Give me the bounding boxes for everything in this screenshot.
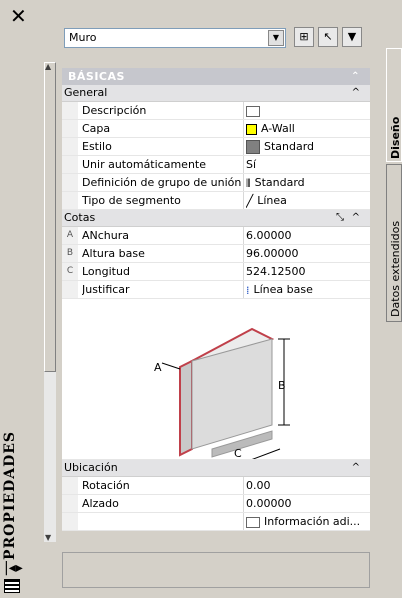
property-row[interactable]: C Longitud 524.12500 bbox=[62, 263, 370, 281]
quick-select-icon[interactable]: ▼ bbox=[342, 27, 362, 47]
chevron-down-icon[interactable]: ▼ bbox=[268, 30, 284, 46]
property-row[interactable]: Información adi... bbox=[62, 513, 370, 531]
property-row[interactable]: Capa A-Wall bbox=[62, 120, 370, 138]
description-box bbox=[62, 552, 370, 588]
property-label: Definición de grupo de unión bbox=[82, 176, 242, 189]
properties-panel: BÁSICAS ⌃ General ^ Descripción Capa A-W… bbox=[62, 68, 370, 531]
additional-info-button[interactable]: Información adi... bbox=[246, 513, 366, 530]
auto-hide-icon[interactable]: |◂▸ bbox=[4, 560, 23, 576]
wall-illustration: A B C bbox=[154, 327, 290, 480]
property-label: Tipo de segmento bbox=[82, 194, 181, 207]
dimension-key: A bbox=[62, 227, 78, 244]
toggle-pickadd-icon[interactable]: ⊞ bbox=[294, 27, 314, 47]
property-value[interactable]: ⁞ Línea base bbox=[246, 281, 366, 299]
description-icon[interactable] bbox=[246, 105, 260, 117]
property-row[interactable]: Alzado 0.00000 bbox=[62, 495, 370, 513]
tab-diseno[interactable]: Diseño bbox=[386, 48, 402, 162]
wall-dimension-diagram: A B C bbox=[62, 299, 370, 480]
close-icon[interactable]: ✕ bbox=[10, 6, 27, 26]
property-row[interactable]: Rotación 0.00 bbox=[62, 477, 370, 495]
property-value[interactable]: ╱ Línea bbox=[246, 192, 366, 210]
property-row[interactable]: B Altura base 96.00000 bbox=[62, 245, 370, 263]
style-icon bbox=[246, 140, 260, 154]
property-value[interactable]: A-Wall bbox=[246, 120, 366, 137]
property-row[interactable]: Tipo de segmento ╱ Línea bbox=[62, 192, 370, 210]
dimension-key: C bbox=[62, 263, 78, 280]
dimension-key: B bbox=[62, 245, 78, 262]
diagram-label-b: B bbox=[278, 379, 286, 392]
scroll-up-icon[interactable]: ▲ bbox=[45, 62, 51, 71]
category-title: Ubicación bbox=[64, 461, 118, 474]
property-label: Unir automáticamente bbox=[82, 158, 207, 171]
section-title: BÁSICAS bbox=[68, 70, 125, 83]
category-ubicacion[interactable]: Ubicación ^ bbox=[62, 460, 370, 477]
property-label: Capa bbox=[82, 122, 111, 135]
property-row[interactable]: Unir automáticamente Sí bbox=[62, 156, 370, 174]
scroll-thumb[interactable] bbox=[44, 62, 56, 372]
category-cotas[interactable]: Cotas ⤡ ^ bbox=[62, 210, 370, 227]
property-value[interactable]: Sí bbox=[246, 156, 366, 173]
property-label: Alzado bbox=[82, 497, 119, 510]
property-row[interactable]: Definición de grupo de unión ⫴ Standard bbox=[62, 174, 370, 192]
properties-menu-icon[interactable] bbox=[4, 579, 20, 593]
dimension-key bbox=[62, 281, 78, 298]
diagram-label-c: C bbox=[234, 447, 242, 459]
object-type-dropdown[interactable]: Muro ▼ bbox=[64, 28, 286, 48]
property-label: Longitud bbox=[82, 265, 130, 278]
scroll-down-icon[interactable]: ▼ bbox=[45, 533, 51, 542]
property-label: Altura base bbox=[82, 247, 145, 260]
layer-color-swatch bbox=[246, 123, 257, 135]
property-value[interactable] bbox=[246, 102, 366, 119]
property-value[interactable]: 0.00 bbox=[246, 477, 366, 494]
category-title: Cotas bbox=[64, 211, 96, 224]
property-label: Rotación bbox=[82, 479, 130, 492]
chevron-up-icon[interactable]: ^ bbox=[352, 85, 360, 101]
property-row[interactable]: Descripción bbox=[62, 102, 370, 120]
palette-title: PROPIEDADES bbox=[2, 430, 18, 560]
category-general[interactable]: General ^ bbox=[62, 85, 370, 102]
info-icon bbox=[246, 516, 260, 528]
diagram-label-a: A bbox=[154, 361, 162, 374]
property-label: ANchura bbox=[82, 229, 130, 242]
property-label: Descripción bbox=[82, 104, 147, 117]
property-row[interactable]: Justificar ⁞ Línea base bbox=[62, 281, 370, 299]
dimension-grip-icon[interactable]: ⤡ bbox=[336, 210, 344, 226]
select-objects-icon[interactable]: ↖ bbox=[318, 27, 338, 47]
chevron-up-icon[interactable]: ^ bbox=[352, 210, 360, 226]
property-label: Justificar bbox=[82, 283, 130, 296]
justify-icon: ⁞ bbox=[246, 283, 250, 297]
property-row[interactable]: Estilo Standard bbox=[62, 138, 370, 156]
cleanup-group-icon: ⫴ bbox=[246, 176, 251, 190]
vertical-scrollbar[interactable]: ▲ ▼ bbox=[44, 62, 56, 542]
palette-tabs: Diseño Datos extendidos bbox=[386, 48, 402, 598]
property-value[interactable]: 0.00000 bbox=[246, 495, 366, 512]
property-value[interactable]: 6.00000 bbox=[246, 227, 366, 244]
property-value[interactable]: Standard bbox=[246, 138, 366, 155]
property-label: Estilo bbox=[82, 140, 112, 153]
property-row[interactable]: A ANchura 6.00000 bbox=[62, 227, 370, 245]
line-segment-icon: ╱ bbox=[246, 193, 254, 208]
chevron-up-icon[interactable]: ^ bbox=[352, 460, 360, 476]
property-value[interactable]: 96.00000 bbox=[246, 245, 366, 262]
category-title: General bbox=[64, 86, 108, 99]
section-header[interactable]: BÁSICAS ⌃ bbox=[62, 68, 370, 85]
property-value[interactable]: 524.12500 bbox=[246, 263, 366, 280]
property-value[interactable]: ⫴ Standard bbox=[246, 174, 366, 192]
object-type-value: Muro bbox=[69, 31, 97, 44]
tab-datos-extendidos[interactable]: Datos extendidos bbox=[386, 164, 402, 322]
collapse-icon[interactable]: ⌃ bbox=[351, 68, 360, 85]
